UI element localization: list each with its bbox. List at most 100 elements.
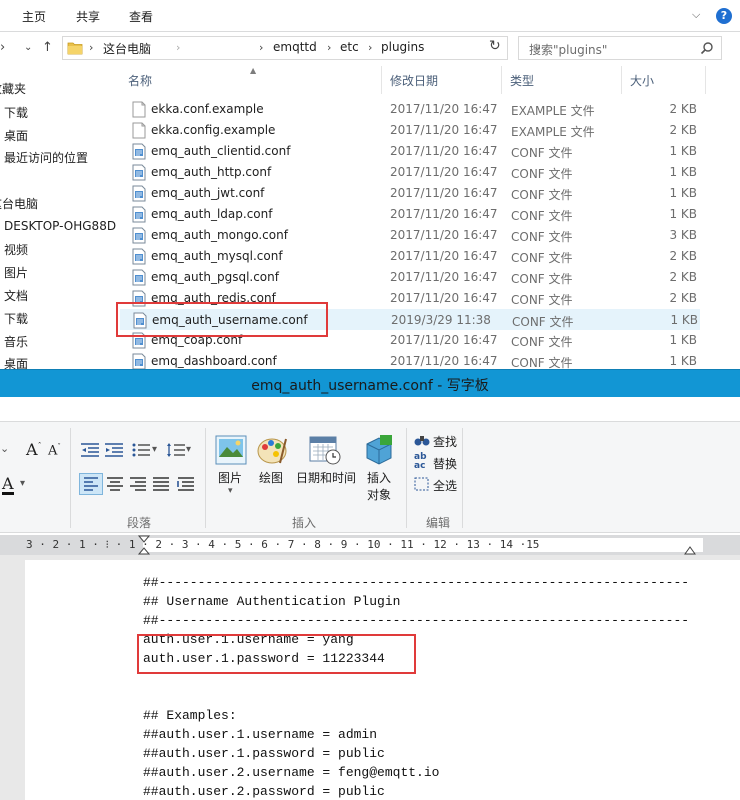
sidebar-item-desktop-2[interactable]: 桌面 — [4, 355, 28, 370]
file-date: 2017/11/20 16:47 — [390, 270, 498, 284]
grow-font-icon[interactable]: Aˆ — [26, 440, 42, 459]
address-bar[interactable]: › 这台电脑 › › emqttd › etc › plugins ⌄ — [62, 36, 542, 60]
file-row[interactable]: emq_auth_ldap.conf 2017/11/20 16:47 CONF 文… — [120, 204, 700, 225]
breadcrumb-plugins[interactable]: plugins — [381, 40, 424, 54]
file-date: 2017/11/20 16:47 — [390, 186, 498, 200]
sidebar-item-videos[interactable]: 视频 — [4, 241, 28, 258]
select-all-button[interactable]: 全选 — [433, 477, 457, 494]
font-color-dropdown-icon[interactable]: ▾ — [20, 478, 25, 489]
breadcrumb-separator[interactable]: › — [259, 41, 263, 54]
search-icon[interactable] — [700, 41, 714, 55]
sidebar-item-documents[interactable]: 文档 — [4, 287, 28, 304]
breadcrumb-this-pc[interactable]: 这台电脑 — [103, 40, 151, 57]
breadcrumb-emqttd[interactable]: emqttd — [273, 40, 317, 54]
replace-button[interactable]: 替换 — [433, 455, 457, 472]
column-header-size[interactable]: 大小 — [622, 66, 706, 94]
tab-home[interactable]: 主页 — [22, 8, 46, 25]
file-size: 1 KB — [669, 333, 697, 347]
file-row[interactable]: emq_auth_mysql.conf 2017/11/20 16:47 CONF … — [120, 246, 700, 267]
document-line: ##--------------------------------------… — [143, 575, 690, 590]
file-name: ekka.config.example — [151, 123, 276, 137]
breadcrumb-separator[interactable]: › — [89, 41, 93, 54]
file-size: 1 KB — [669, 354, 697, 368]
font-color-icon[interactable]: A — [2, 476, 14, 495]
decrease-indent-icon[interactable] — [80, 442, 100, 458]
paint-icon[interactable] — [256, 435, 288, 465]
indent-marker-icon[interactable] — [137, 535, 151, 555]
help-icon[interactable]: ? — [716, 8, 732, 24]
file-row[interactable]: emq_auth_jwt.conf 2017/11/20 16:47 CONF 文件… — [120, 183, 700, 204]
find-button[interactable]: 查找 — [433, 433, 457, 450]
shrink-font-icon[interactable]: Aˇ — [48, 443, 61, 458]
sidebar-item-desktop-pc[interactable]: DESKTOP-OHG88D — [4, 219, 116, 233]
font-size-dropdown-icon[interactable]: ⌄ — [0, 442, 9, 455]
sidebar-item-favorites[interactable]: 收藏夹 — [0, 80, 26, 97]
picture-dropdown-icon[interactable]: ▾ — [228, 486, 233, 496]
increase-indent-icon[interactable] — [104, 442, 124, 458]
forward-icon[interactable]: › — [0, 40, 5, 55]
picture-icon[interactable] — [215, 435, 247, 465]
insert-group-label: 插入 — [292, 516, 317, 530]
insert-picture-button[interactable]: 图片 — [218, 469, 242, 486]
tab-share[interactable]: 共享 — [76, 8, 100, 25]
breadcrumb-separator[interactable]: › — [176, 41, 180, 54]
justify-icon[interactable] — [151, 475, 171, 493]
file-name: emq_auth_jwt.conf — [151, 186, 265, 200]
search-input[interactable]: 搜索"plugins" — [518, 36, 722, 60]
ruler[interactable]: 3 · 2 · 1 · ⁝ · 1 · 2 · 3 · 4 · 5 · 6 · … — [0, 535, 740, 555]
sidebar-item-this-pc[interactable]: 这台电脑 — [0, 195, 38, 212]
column-header-date[interactable]: 修改日期 — [382, 66, 502, 94]
sidebar-item-desktop[interactable]: 桌面 — [4, 127, 28, 144]
file-name: emq_auth_pgsql.conf — [151, 270, 279, 284]
file-size: 2 KB — [669, 249, 697, 263]
config-file-icon — [132, 248, 146, 265]
calendar-clock-icon[interactable] — [309, 435, 341, 465]
insert-object-button-line2[interactable]: 对象 — [367, 486, 391, 503]
collapse-ribbon-icon[interactable]: ⌵ — [692, 8, 706, 22]
vertical-scrollbar[interactable] — [706, 66, 740, 370]
line-spacing-icon[interactable] — [166, 442, 186, 458]
paragraph-settings-icon[interactable] — [176, 475, 196, 493]
refresh-icon[interactable]: ↻ — [489, 38, 501, 54]
paint-drawing-button[interactable]: 绘图 — [259, 469, 283, 486]
sidebar-item-music[interactable]: 音乐 — [4, 333, 28, 350]
right-indent-marker-icon[interactable] — [684, 545, 696, 555]
insert-object-icon[interactable] — [364, 434, 394, 466]
insert-object-button-line1[interactable]: 插入 — [367, 469, 391, 486]
bullet-list-icon[interactable] — [132, 442, 152, 458]
file-row[interactable]: ekka.config.example 2017/11/20 16:47 EXAMP… — [120, 120, 700, 141]
file-row[interactable]: emq_dashboard.conf 2017/11/20 16:47 CONF 文… — [120, 351, 700, 370]
file-row[interactable]: emq_auth_clientid.conf 2017/11/20 16:47 CO… — [120, 141, 700, 162]
column-header-name[interactable]: 名称 ▲ — [120, 66, 382, 94]
file-row[interactable]: emq_auth_mongo.conf 2017/11/20 16:47 CONF … — [120, 225, 700, 246]
column-header-type[interactable]: 类型 — [502, 66, 622, 94]
file-row[interactable]: emq_auth_pgsql.conf 2017/11/20 16:47 CONF … — [120, 267, 700, 288]
breadcrumb-separator[interactable]: › — [368, 41, 372, 54]
file-type: CONF 文件 — [512, 315, 574, 329]
ruler-scale: 3 · 2 · 1 · ⁝ · 1 · 2 · 3 · 4 · 5 · 6 · … — [26, 538, 540, 551]
file-row[interactable]: emq_auth_http.conf 2017/11/20 16:47 CONF 文… — [120, 162, 700, 183]
align-center-icon[interactable] — [105, 475, 125, 493]
replace-icon: ab ac — [414, 452, 427, 471]
align-left-button[interactable] — [79, 473, 103, 495]
recent-locations-icon[interactable]: ⌄ — [24, 42, 32, 53]
file-explorer-window: 主页 共享 查看 ⌵ ? › ⌄ ↑ › 这台电脑 › › emqttd › e… — [0, 0, 740, 370]
bullet-dropdown-icon[interactable]: ▾ — [152, 444, 157, 455]
file-size: 2 KB — [669, 102, 697, 116]
align-right-icon[interactable] — [128, 475, 148, 493]
up-icon[interactable]: ↑ — [42, 40, 53, 55]
file-icon — [132, 101, 146, 118]
column-header-date-label: 修改日期 — [390, 74, 439, 88]
date-time-button[interactable]: 日期和时间 — [296, 469, 356, 486]
file-row[interactable]: ekka.conf.example 2017/11/20 16:47 EXAMPLE… — [120, 99, 700, 120]
sidebar-item-downloads[interactable]: 下载 — [4, 104, 28, 121]
tab-view[interactable]: 查看 — [129, 8, 153, 25]
line-spacing-dropdown-icon[interactable]: ▾ — [186, 444, 191, 455]
sidebar-item-recent[interactable]: 最近访问的位置 — [4, 149, 88, 166]
breadcrumb-separator[interactable]: › — [327, 41, 331, 54]
breadcrumb-etc[interactable]: etc — [340, 40, 359, 54]
search-placeholder: 搜索"plugins" — [529, 43, 608, 57]
sidebar-item-downloads-pc[interactable]: 下载 — [4, 310, 28, 327]
navigation-pane: 收藏夹 下载 桌面 最近访问的位置 这台电脑 DESKTOP-OHG88D 视频… — [0, 70, 116, 370]
sidebar-item-pictures[interactable]: 图片 — [4, 264, 28, 281]
